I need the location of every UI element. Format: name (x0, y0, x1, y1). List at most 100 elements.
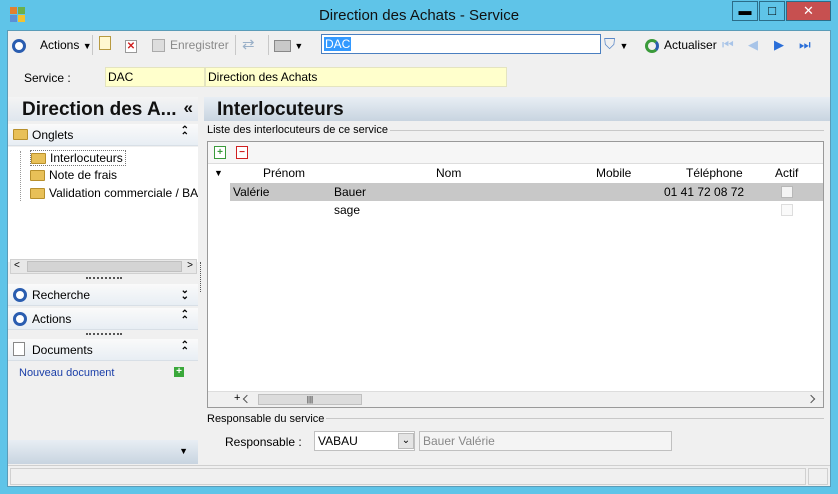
title-bar: Direction des Achats - Service ▬ □ ✕ (0, 0, 838, 30)
scroll-left-icon[interactable]: < (14, 260, 20, 271)
actions-menu-button[interactable]: Actions ▼ (40, 36, 92, 54)
printer-icon (274, 39, 291, 52)
previous-icon: ◀ (748, 37, 758, 52)
cell-nom: sage (334, 203, 361, 217)
maximize-icon: □ (768, 3, 776, 18)
column-header-prenom[interactable]: Prénom (263, 166, 305, 180)
service-row: Service : DAC Direction des Achats (8, 65, 830, 89)
next-record-button[interactable]: ▶ (774, 36, 784, 54)
search-input[interactable]: DAC (321, 34, 601, 54)
cell-nom: Bauer (334, 185, 367, 199)
sync-button[interactable]: ⇄ (242, 36, 255, 54)
add-row-icon[interactable]: + (214, 146, 226, 159)
tree-item-interlocuteurs[interactable]: Interlocuteurs (30, 150, 126, 166)
chevron-down-icon[interactable]: ▼ (179, 446, 188, 456)
minimize-button[interactable]: ▬ (732, 1, 758, 21)
column-header-nom[interactable]: Nom (436, 166, 461, 180)
chevron-down-icon: ⌄ (401, 435, 411, 446)
toolbar: Actions ▼ ✕ Enregistrer ⇄ ▼ DAC ⛉ ▼ Actu… (8, 31, 830, 59)
new-document-link[interactable]: Nouveau document (19, 367, 114, 379)
cell-telephone: 01 41 72 08 72 (664, 185, 745, 199)
panel-splitter[interactable] (198, 97, 203, 464)
tree-item-validation-commerciale[interactable]: Validation commerciale / BA (30, 186, 198, 202)
table-row[interactable]: Valérie Bauer 01 41 72 08 72 (230, 183, 823, 201)
left-panel-title-text: Direction des A... (22, 99, 177, 120)
dropdown-arrow-icon: ▼ (294, 41, 304, 51)
combo-dropdown-button[interactable]: ⌄ (398, 433, 414, 449)
chevron-down-icon: ⌄ ⌄ (180, 285, 189, 302)
minimize-icon: ▬ (738, 3, 752, 18)
grid-toolbar: + − (208, 142, 823, 164)
responsable-label: Responsable : (225, 435, 302, 449)
delete-row-icon[interactable]: − (236, 146, 248, 159)
service-code-field[interactable]: DAC (105, 67, 205, 87)
responsable-code-value: VABAU (318, 434, 358, 448)
column-header-mobile[interactable]: Mobile (596, 166, 631, 180)
chevron-up-icon: ⌃ ⌃ (180, 340, 189, 357)
scrollbar-thumb[interactable] (27, 261, 182, 272)
column-header-telephone[interactable]: Téléphone (686, 166, 743, 180)
right-panel: Interlocuteurs Liste des interlocuteurs … (204, 97, 830, 464)
collapse-left-icon[interactable]: « (184, 98, 193, 118)
splitter-grip[interactable] (86, 277, 122, 279)
section-actions[interactable]: Actions ⌃ ⌃ (8, 308, 198, 330)
add-document-icon[interactable]: + (174, 367, 184, 377)
folder-icon (30, 188, 45, 200)
row-indicator-icon: ▼ (214, 168, 223, 178)
section-documents[interactable]: Documents ⌃ ⌃ (8, 339, 198, 361)
tree-item-label: Note de frais (49, 168, 118, 182)
refresh-label: Actualiser (664, 38, 717, 52)
new-button[interactable] (99, 36, 111, 54)
refresh-button[interactable]: Actualiser (645, 36, 717, 54)
cell-actif-checkbox[interactable] (781, 204, 793, 216)
close-button[interactable]: ✕ (786, 1, 831, 21)
toolbar-separator (92, 35, 93, 55)
print-button[interactable]: ▼ (274, 36, 303, 54)
folder-icon (30, 170, 45, 182)
column-header-actif[interactable]: Actif (775, 166, 798, 180)
left-panel-title: Direction des A... « (8, 97, 198, 121)
section-documents-label: Documents (32, 343, 93, 357)
maximize-button[interactable]: □ (759, 1, 785, 21)
tree-horizontal-scrollbar[interactable]: < > (10, 259, 197, 274)
save-label: Enregistrer (170, 38, 229, 52)
filter-icon: ⛉ (604, 36, 616, 53)
scroll-right-icon[interactable]: > (187, 260, 193, 271)
table-row[interactable]: sage (230, 201, 823, 219)
save-button[interactable]: Enregistrer (152, 36, 229, 54)
target-icon (12, 38, 26, 53)
responsable-group-title: Responsable du service (207, 413, 327, 425)
section-actions-label: Actions (32, 312, 72, 326)
target-icon (13, 311, 27, 326)
section-onglets[interactable]: Onglets ⌃ ⌃ (8, 124, 198, 146)
filter-button[interactable]: ⛉ ▼ (604, 36, 628, 54)
splitter-grip (200, 262, 201, 292)
cell-actif-checkbox[interactable] (781, 186, 793, 198)
folder-open-icon (31, 153, 46, 165)
delete-button[interactable]: ✕ (125, 36, 137, 54)
responsable-name-value: Bauer Valérie (423, 434, 495, 448)
status-cell (808, 468, 828, 485)
close-icon: ✕ (803, 3, 814, 18)
grid-header: ▼ Prénom Nom Mobile Téléphone Actif (208, 165, 823, 182)
toolbar-separator (268, 35, 269, 55)
left-panel: Direction des A... « Onglets ⌃ ⌃ Interlocu… (8, 97, 198, 464)
tree-item-label: Interlocuteurs (50, 151, 123, 165)
client-area: Actions ▼ ✕ Enregistrer ⇄ ▼ DAC ⛉ ▼ Actu… (7, 30, 831, 487)
refresh-icon (645, 38, 659, 53)
status-bar (8, 465, 830, 486)
splitter-grip[interactable] (86, 333, 122, 335)
contacts-group-title: Liste des interlocuteurs de ce service (207, 124, 390, 136)
service-name-field[interactable]: Direction des Achats (205, 67, 507, 87)
section-recherche[interactable]: Recherche ⌄ ⌄ (8, 284, 198, 306)
previous-record-button[interactable]: ◀ (748, 36, 758, 54)
last-icon: ⏭ (799, 37, 811, 52)
toolbar-separator (235, 35, 236, 55)
tabs-tree: Interlocuteurs Note de frais Validation … (8, 147, 198, 262)
last-record-button[interactable]: ⏭ (799, 36, 811, 54)
first-record-button[interactable]: ⏮ (722, 36, 734, 54)
delete-icon: ✕ (125, 40, 137, 53)
cell-prenom: Valérie (233, 185, 270, 199)
tree-item-note-de-frais[interactable]: Note de frais (30, 168, 117, 184)
home-button[interactable] (12, 36, 26, 54)
